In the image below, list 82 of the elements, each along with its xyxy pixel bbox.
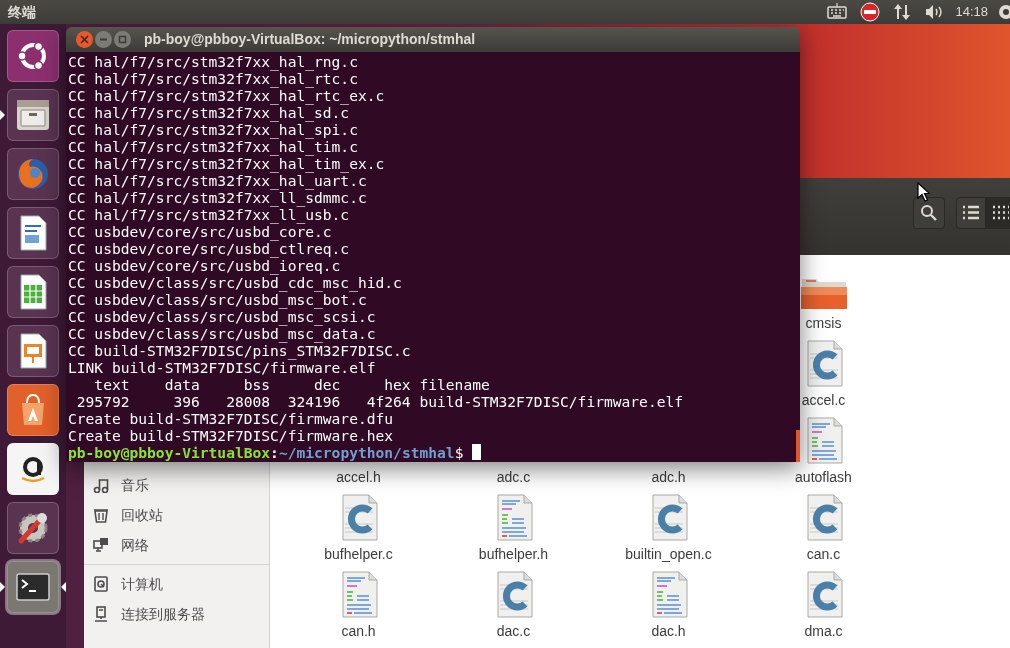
prompt-user: pb-boy@pbboy-VirtualBox	[68, 444, 271, 461]
prompt-path: ~/micropython/stmhal	[278, 444, 455, 461]
sidebar-item[interactable]: 音乐	[84, 470, 269, 500]
output-line: CC hal/f7/src/stm32f7xx_hal_rng.c	[68, 53, 359, 70]
settings-button[interactable]	[7, 502, 59, 554]
output-line: CC usbdev/class/src/usbd_msc_bot.c	[68, 291, 367, 308]
sidebar-item[interactable]: 连接到服务器	[84, 599, 269, 629]
close-button[interactable]	[76, 31, 93, 48]
sidebar-item[interactable]: 网络	[84, 530, 269, 560]
file-name[interactable]: bufhelper.c	[324, 544, 393, 564]
gear-icon[interactable]	[996, 3, 1010, 21]
output-line: text data bss dec hex filename	[93, 376, 491, 393]
file-name[interactable]: accel.h	[336, 467, 381, 487]
file-name[interactable]: accel.c	[801, 390, 846, 410]
up-down-arrows-icon[interactable]	[893, 2, 912, 22]
file-name[interactable]: autoflash	[795, 467, 852, 487]
file-name[interactable]: can.c	[806, 544, 841, 564]
server-icon	[93, 606, 109, 622]
files-button[interactable]	[7, 89, 59, 141]
prompt-symbol: $	[454, 444, 464, 461]
output-line: CC usbdev/class/src/usbd_msc_scsi.c	[68, 308, 377, 325]
scrollbar-thumb[interactable]	[796, 430, 800, 462]
file-name[interactable]: dac.c	[496, 621, 531, 641]
no-entry-icon[interactable]	[860, 2, 881, 22]
maximize-button[interactable]	[114, 31, 131, 48]
close-icon	[80, 35, 89, 44]
output-line: CC usbdev/core/src/usbd_core.c	[68, 223, 332, 240]
store-button[interactable]	[7, 384, 59, 436]
grid-view-button[interactable]	[986, 196, 1010, 229]
trash-icon	[93, 507, 109, 523]
output-line: CC hal/f7/src/stm32f7xx_hal_tim_ex.c	[68, 155, 386, 172]
hard-drive-icon	[93, 576, 109, 592]
music-note-icon	[93, 477, 109, 493]
shop-button[interactable]	[7, 443, 59, 495]
file-name[interactable]: adc.h	[651, 467, 686, 487]
output-line: LINK build-STM32F7DISC/firmware.elf	[68, 359, 376, 376]
sidebar-item[interactable]: 回收站	[84, 500, 269, 530]
sidebar-item[interactable]: 计算机	[84, 569, 269, 599]
output-line: CC hal/f7/src/stm32f7xx_hal_tim.c	[68, 138, 359, 155]
window-title: pb-boy@pbboy-VirtualBox: ~/micropython/stmhal	[144, 30, 476, 49]
file-name[interactable]: bufhelper.h	[478, 544, 549, 564]
output-line: CC hal/f7/src/stm32f7xx_hal_rtc.c	[68, 70, 359, 87]
output-line: CC hal/f7/src/stm32f7xx_ll_sdmmc.c	[68, 189, 368, 206]
cursor	[472, 444, 482, 460]
file-name[interactable]: adc.c	[496, 467, 531, 487]
maximize-icon	[118, 35, 127, 44]
mouse-pointer-icon	[917, 182, 930, 202]
file-name[interactable]: cmsis	[805, 313, 842, 333]
file-name[interactable]: dma.c	[804, 621, 843, 641]
output-line: CC usbdev/core/src/usbd_ioreq.c	[68, 257, 341, 274]
network-icon	[93, 537, 109, 553]
output-line: CC hal/f7/src/stm32f7xx_hal_spi.c	[68, 121, 359, 138]
search-icon	[920, 204, 938, 221]
output-line: CC hal/f7/src/stm32f7xx_ll_usb.c	[68, 206, 350, 223]
browser-button[interactable]	[7, 148, 59, 200]
terminal-button[interactable]	[7, 561, 59, 613]
output-line: CC hal/f7/src/stm32f7xx_hal_uart.c	[68, 172, 367, 189]
output-line: CC usbdev/core/src/usbd_ctlreq.c	[68, 240, 351, 257]
output-line: Create build-STM32F7DISC/firmware.hex	[68, 427, 395, 444]
grid-icon	[992, 204, 1010, 221]
calc-button[interactable]	[7, 266, 59, 318]
output-line: 295792 396 28008 324196 4f264 build-STM32F7DISC/firmware.elf	[75, 393, 685, 410]
minimize-button[interactable]	[95, 31, 112, 48]
clock[interactable]: 14:18	[955, 2, 988, 22]
app-name: 终端	[8, 2, 36, 22]
list-icon	[962, 204, 980, 221]
output-line: CC usbdev/class/src/usbd_cdc_msc_hid.c	[68, 274, 403, 291]
list-view-button[interactable]	[956, 196, 986, 229]
output-line: CC build-STM32F7DISC/pins_STM32F7DISC.c	[68, 342, 412, 359]
output-line: Create build-STM32F7DISC/firmware.dfu	[68, 410, 395, 427]
impress-button[interactable]	[7, 325, 59, 377]
output-line: CC usbdev/class/src/usbd_msc_data.c	[68, 325, 377, 342]
prompt-separator: :	[270, 444, 279, 461]
file-name[interactable]: dac.h	[651, 621, 686, 641]
dash-button[interactable]	[7, 30, 59, 82]
keyboard-icon[interactable]	[827, 2, 848, 22]
file-name[interactable]: builtin_open.c	[625, 544, 712, 564]
output-line: CC hal/f7/src/stm32f7xx_hal_sd.c	[68, 104, 350, 121]
search-button[interactable]	[913, 196, 945, 229]
file-name[interactable]: can.h	[341, 621, 376, 641]
writer-button[interactable]	[7, 207, 59, 259]
output-line: CC hal/f7/src/stm32f7xx_hal_rtc_ex.c	[68, 87, 386, 104]
